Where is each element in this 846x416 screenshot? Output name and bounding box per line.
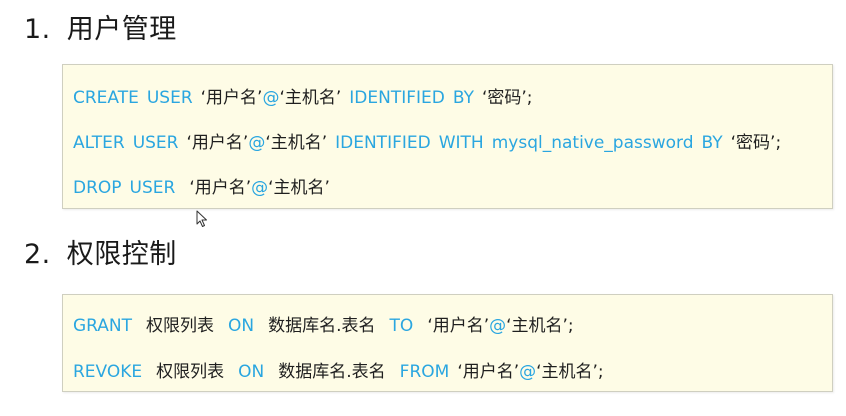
kw-to: TO bbox=[389, 316, 414, 336]
kw-identified: IDENTIFIED bbox=[335, 133, 431, 153]
username-literal: ‘用户名’ bbox=[200, 88, 263, 108]
code-box-user-management: CREATE USER ‘用户名’@‘主机名’ IDENTIFIED BY ‘密码’; A… bbox=[62, 64, 833, 209]
at-sign: @ bbox=[248, 133, 266, 153]
kw-identified: IDENTIFIED bbox=[349, 88, 445, 108]
section-title: 用户管理 bbox=[66, 14, 177, 45]
kw-by: BY bbox=[452, 88, 474, 108]
hostname-literal: ‘主机名’ bbox=[265, 133, 328, 153]
kw-revoke: REVOKE bbox=[73, 362, 143, 382]
kw-by: BY bbox=[701, 133, 723, 153]
section-number: 1. bbox=[24, 14, 51, 45]
kw-with: WITH bbox=[438, 133, 484, 153]
section-heading-user-management: 1. 用户管理 bbox=[24, 12, 177, 48]
code-line-alter-user: ALTER USER ‘用户名’@‘主机名’ IDENTIFIED WITH mysql_… bbox=[73, 131, 781, 155]
password-literal: ‘密码’; bbox=[482, 88, 533, 108]
kw-on: ON bbox=[238, 362, 265, 382]
code-line-revoke: REVOKE 权限列表 ON 数据库名.表名 FROM ‘用户名’@‘主机名’; bbox=[73, 360, 604, 384]
mouse-pointer-icon bbox=[196, 210, 207, 227]
kw-from: FROM bbox=[399, 362, 450, 382]
section-number: 2. bbox=[24, 239, 51, 270]
code-line-drop-user: DROP USER ‘用户名’@‘主机名’ bbox=[73, 176, 330, 200]
hostname-literal: ‘主机名’; bbox=[536, 362, 604, 382]
auth-plugin-name: mysql_native_password bbox=[491, 133, 694, 153]
username-literal: ‘用户名’ bbox=[186, 133, 249, 153]
username-literal: ‘用户名’ bbox=[427, 316, 490, 336]
database-table-name: 数据库名.表名 bbox=[268, 316, 376, 336]
kw-alter: ALTER bbox=[73, 133, 125, 153]
password-literal: ‘密码’; bbox=[730, 133, 782, 153]
hostname-literal: ‘主机名’ bbox=[279, 88, 342, 108]
code-line-grant: GRANT 权限列表 ON 数据库名.表名 TO ‘用户名’@‘主机名’; bbox=[73, 314, 574, 338]
code-box-permission-control: GRANT 权限列表 ON 数据库名.表名 TO ‘用户名’@‘主机名’; REVOKE 权… bbox=[62, 294, 833, 392]
kw-user: USER bbox=[146, 88, 193, 108]
kw-drop: DROP bbox=[73, 178, 122, 198]
kw-create: CREATE bbox=[73, 88, 139, 108]
hostname-literal: ‘主机名’; bbox=[506, 316, 574, 336]
at-sign: @ bbox=[519, 362, 537, 382]
kw-user: USER bbox=[129, 178, 176, 198]
username-literal: ‘用户名’ bbox=[457, 362, 520, 382]
code-line-create-user: CREATE USER ‘用户名’@‘主机名’ IDENTIFIED BY ‘密码’; bbox=[73, 86, 533, 110]
kw-user: USER bbox=[132, 133, 179, 153]
kw-grant: GRANT bbox=[73, 316, 133, 336]
username-literal: ‘用户名’ bbox=[189, 178, 252, 198]
at-sign: @ bbox=[251, 178, 269, 198]
hostname-literal: ‘主机名’ bbox=[268, 178, 330, 198]
privilege-list: 权限列表 bbox=[156, 362, 225, 382]
at-sign: @ bbox=[262, 88, 280, 108]
section-title: 权限控制 bbox=[66, 239, 177, 270]
section-heading-permission-control: 2. 权限控制 bbox=[24, 237, 177, 273]
kw-on: ON bbox=[228, 316, 255, 336]
database-table-name: 数据库名.表名 bbox=[278, 362, 386, 382]
privilege-list: 权限列表 bbox=[146, 316, 215, 336]
at-sign: @ bbox=[489, 316, 507, 336]
